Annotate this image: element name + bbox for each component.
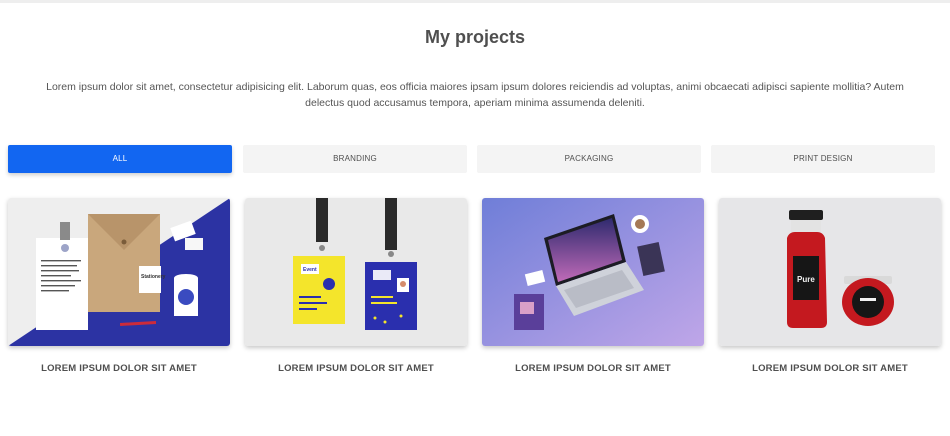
project-image-bottle-jar[interactable]: Pure [719, 198, 941, 346]
badge-mock-text: Event [303, 267, 317, 273]
project-caption: LOREM IPSUM DOLOR SIT AMET [278, 363, 434, 374]
project-caption: LOREM IPSUM DOLOR SIT AMET [41, 363, 197, 374]
project-image-stationery[interactable]: Stationery [8, 198, 230, 346]
project-card-stationery[interactable]: Stationery LOREM IPSUM DOLOR SIT AMET [8, 198, 230, 374]
project-image-laptop[interactable] [482, 198, 704, 346]
filter-print-design-button[interactable]: PRINT DESIGN [711, 145, 935, 173]
filter-all-button[interactable]: ALL [8, 145, 232, 173]
page-title: My projects [424, 27, 526, 47]
project-image-id-badges[interactable]: Event [245, 198, 467, 346]
project-card-laptop[interactable]: LOREM IPSUM DOLOR SIT AMET [482, 198, 704, 374]
project-caption: LOREM IPSUM DOLOR SIT AMET [515, 363, 671, 374]
top-border [0, 0, 950, 3]
project-card-bottle-jar[interactable]: Pure LOREM IPSUM DOLOR SIT AMET [719, 198, 941, 374]
project-caption: LOREM IPSUM DOLOR SIT AMET [752, 363, 908, 374]
filter-branding-button[interactable]: BRANDING [243, 145, 467, 173]
filter-bar: ALL BRANDING PACKAGING PRINT DESIGN [8, 145, 936, 173]
intro-text: Lorem ipsum dolor sit amet, consectetur … [46, 81, 904, 109]
stationery-mock-text: Stationery [141, 274, 166, 280]
project-card-id-badges[interactable]: Event LOREM IPSUM DOLOR SIT AMET [245, 198, 467, 374]
bottle-mock-text: Pure [797, 275, 815, 284]
filter-packaging-button[interactable]: PACKAGING [477, 145, 701, 173]
